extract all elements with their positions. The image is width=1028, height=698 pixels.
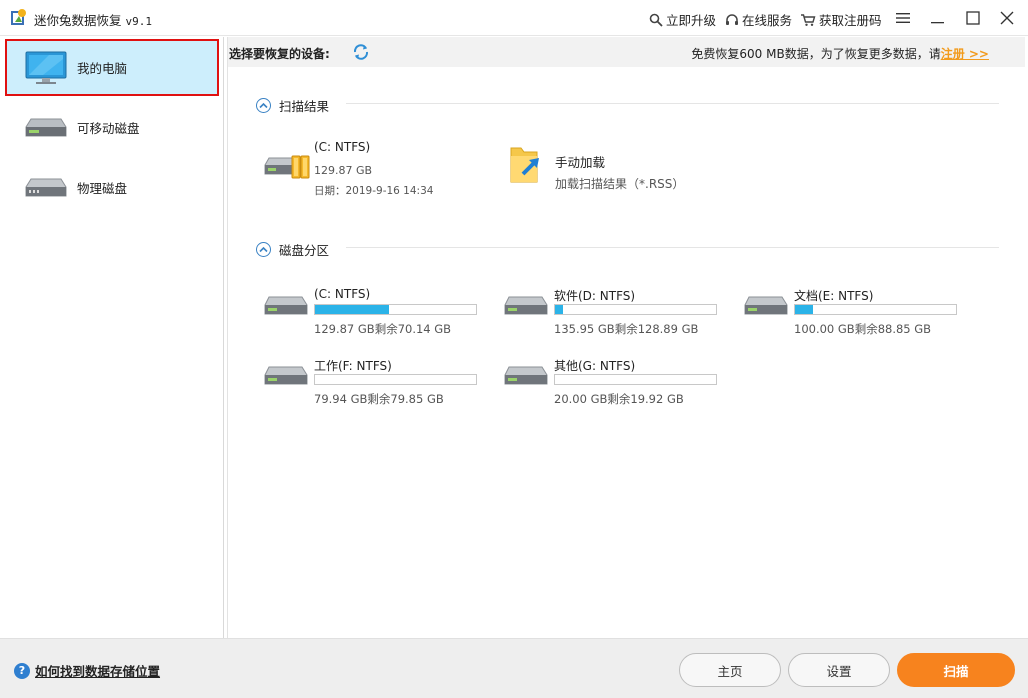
hard-drive-icon-wrap xyxy=(264,365,308,390)
partition-capacity: 20.00 GB剩余19.92 GB xyxy=(554,392,684,406)
partition-name: (C: NTFS) xyxy=(314,287,371,301)
help-link[interactable]: ? 如何找到数据存储位置 xyxy=(14,661,160,680)
hard-drive-icon-wrap xyxy=(264,295,308,320)
drive-with-folder-icon xyxy=(264,155,310,179)
partition-capacity: 135.95 GB剩余128.89 GB xyxy=(554,322,699,336)
scan-result-size: 129.87 GB xyxy=(314,164,373,177)
free-recovery-note: 免费恢复600 MB数据，为了恢复更多数据，请注册 >> xyxy=(691,45,989,62)
online-service-button[interactable]: 在线服务 xyxy=(725,10,792,29)
app-name: 迷你兔数据恢复 xyxy=(34,13,122,28)
partition-capacity: 129.87 GB剩余70.14 GB xyxy=(314,322,452,336)
partition-card[interactable]: 软件(D: NTFS) 135.95 GB剩余128.89 GB xyxy=(504,287,724,337)
section-divider xyxy=(346,103,999,104)
scan-result-name: (C: NTFS) xyxy=(314,140,371,154)
maximize-icon xyxy=(966,11,980,25)
partition-usage-fill xyxy=(795,305,813,314)
partition-usage-bar xyxy=(314,374,477,385)
partition-name: 工作(F: NTFS) xyxy=(314,359,392,373)
sidebar-item-label: 物理磁盘 xyxy=(77,181,128,196)
device-header: 选择要恢复的设备: 免费恢复600 MB数据，为了恢复更多数据，请注册 >> xyxy=(228,37,1025,67)
hard-drive-icon xyxy=(264,296,308,315)
partition-usage-fill xyxy=(315,305,390,314)
hard-drive-icon xyxy=(504,366,548,385)
app-title: 迷你兔数据恢复 v9.1 xyxy=(34,10,152,29)
partition-card[interactable]: (C: NTFS) 129.87 GB剩余70.14 GB xyxy=(264,287,484,337)
hard-drive-icon xyxy=(504,296,548,315)
partitions-header: 磁盘分区 xyxy=(256,240,329,259)
help-text: 如何找到数据存储位置 xyxy=(35,664,161,679)
maximize-button[interactable] xyxy=(960,6,986,30)
partition-usage-bar xyxy=(314,304,477,315)
manual-load-subtitle: 加载扫描结果（*.RSS） xyxy=(555,177,685,191)
free-note-text: 免费恢复600 MB数据，为了恢复更多数据，请 xyxy=(691,47,941,61)
upgrade-label: 立即升级 xyxy=(666,13,717,28)
partition-card[interactable]: 文档(E: NTFS) 100.00 GB剩余88.85 GB xyxy=(744,287,964,337)
partition-capacity: 100.00 GB剩余88.85 GB xyxy=(794,322,932,336)
close-icon xyxy=(1000,11,1014,25)
scan-results-collapse-button[interactable] xyxy=(256,98,271,113)
get-code-label: 获取注册码 xyxy=(819,13,882,28)
close-button[interactable] xyxy=(994,6,1020,30)
sidebar: 我的电脑 可移动磁盘 物理磁盘 xyxy=(3,37,224,638)
hamburger-icon xyxy=(896,13,910,23)
headset-icon xyxy=(726,13,738,25)
home-button[interactable]: 主页 xyxy=(679,653,781,687)
title-bar: 迷你兔数据恢复 v9.1 立即升级 在线服务 获取注册码 xyxy=(0,0,1028,36)
question-icon: ? xyxy=(14,662,30,679)
cart-icon xyxy=(801,13,816,26)
settings-button[interactable]: 设置 xyxy=(788,653,890,687)
chevron-up-icon xyxy=(259,102,268,109)
partition-card[interactable]: 工作(F: NTFS) 79.94 GB剩余79.85 GB xyxy=(264,357,484,407)
app-version: v9.1 xyxy=(125,15,153,28)
partition-usage-bar xyxy=(794,304,957,315)
chevron-up-icon xyxy=(259,246,268,253)
section-divider xyxy=(346,247,999,248)
get-code-button[interactable]: 获取注册码 xyxy=(800,10,882,29)
scan-result-date: 日期：2019-9-16 14:34 xyxy=(314,185,434,197)
manual-load-card[interactable]: 手动加载 加载扫描结果（*.RSS） xyxy=(509,144,709,191)
partition-usage-fill xyxy=(555,305,564,314)
physical-disk-icon xyxy=(25,178,67,196)
main-panel: 选择要恢复的设备: 免费恢复600 MB数据，为了恢复更多数据，请注册 >> 扫… xyxy=(227,37,1025,638)
upgrade-button[interactable]: 立即升级 xyxy=(649,10,716,29)
minimize-button[interactable] xyxy=(925,6,951,30)
partition-name: 其他(G: NTFS) xyxy=(554,359,636,373)
scan-results-header: 扫描结果 xyxy=(256,96,329,115)
sidebar-item-my-computer[interactable]: 我的电脑 xyxy=(5,39,219,96)
scan-results-title: 扫描结果 xyxy=(279,99,330,114)
hard-drive-icon-wrap xyxy=(504,295,548,320)
app-logo-icon xyxy=(11,9,26,25)
partition-name: 文档(E: NTFS) xyxy=(794,289,874,303)
partitions-collapse-button[interactable] xyxy=(256,242,271,257)
folder-arrow-icon xyxy=(510,147,539,183)
hard-drive-icon xyxy=(264,366,308,385)
online-service-label: 在线服务 xyxy=(742,13,793,28)
sidebar-item-label: 我的电脑 xyxy=(77,61,128,76)
partition-capacity: 79.94 GB剩余79.85 GB xyxy=(314,392,444,406)
partition-card[interactable]: 其他(G: NTFS) 20.00 GB剩余19.92 GB xyxy=(504,357,724,407)
sidebar-item-physical-disk[interactable]: 物理磁盘 xyxy=(7,161,217,214)
partition-usage-bar xyxy=(554,374,717,385)
hard-drive-icon-wrap xyxy=(744,295,788,320)
refresh-icon[interactable] xyxy=(352,43,370,61)
register-link[interactable]: 注册 >> xyxy=(941,47,989,61)
footer-bar: ? 如何找到数据存储位置 主页 设置 扫描 xyxy=(0,638,1028,698)
partitions-title: 磁盘分区 xyxy=(279,243,330,258)
manual-load-title: 手动加载 xyxy=(555,155,606,170)
partition-name: 软件(D: NTFS) xyxy=(554,289,636,303)
hard-drive-icon-wrap xyxy=(504,365,548,390)
monitor-icon xyxy=(25,51,67,84)
device-label: 选择要恢复的设备: xyxy=(229,47,330,61)
scan-button[interactable]: 扫描 xyxy=(897,653,1015,687)
sidebar-item-label: 可移动磁盘 xyxy=(77,121,140,136)
search-icon xyxy=(649,13,663,27)
minimize-icon xyxy=(931,22,944,24)
hard-drive-icon xyxy=(744,296,788,315)
partition-usage-bar xyxy=(554,304,717,315)
removable-disk-icon xyxy=(25,118,67,136)
scan-result-card[interactable]: (C: NTFS) 129.87 GB 日期：2019-9-16 14:34 xyxy=(264,140,464,197)
sidebar-item-removable-disk[interactable]: 可移动磁盘 xyxy=(7,101,217,154)
menu-button[interactable] xyxy=(890,6,916,30)
